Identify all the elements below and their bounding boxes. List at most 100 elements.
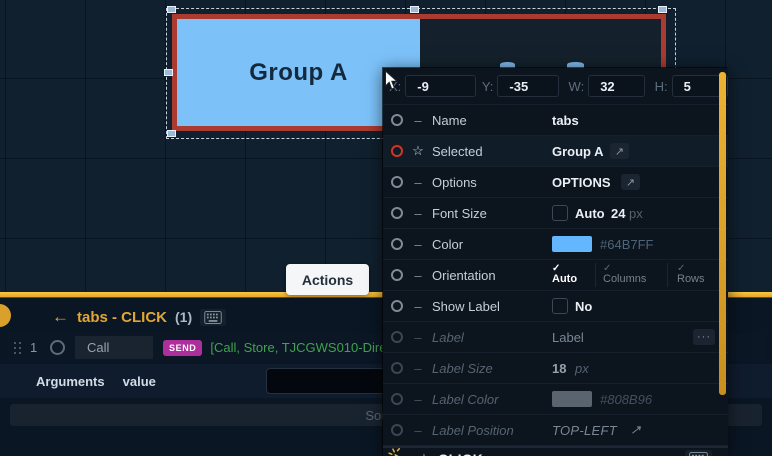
radio-icon[interactable]	[391, 207, 403, 219]
click-event-label: CLICK	[438, 451, 483, 456]
inspector-row-orientation[interactable]: Orientation ✓ Auto ✓ Columns ✓ Rows	[383, 260, 728, 291]
divider	[595, 263, 596, 287]
keyboard-shortcut-icon[interactable]	[685, 450, 712, 456]
row-label: Orientation	[432, 268, 496, 283]
actions-panel-header: ← tabs - CLICK (1)	[52, 307, 226, 327]
row-label: Label Color	[432, 392, 499, 407]
font-size-unit: px	[629, 206, 643, 221]
color-hex-value[interactable]: #64B7FF	[600, 237, 653, 252]
orientation-option-columns[interactable]: ✓ Columns	[603, 260, 646, 290]
label-size-unit: px	[575, 361, 589, 376]
actions-panel-title: tabs - CLICK	[77, 309, 167, 326]
inspector-row-color[interactable]: Color #64B7FF	[383, 229, 728, 260]
panel-grip-icon[interactable]	[0, 304, 11, 327]
inspector-row-name[interactable]: Name tabs	[383, 105, 728, 136]
label-color-swatch[interactable]	[552, 391, 592, 407]
unlink-dash-icon	[411, 268, 425, 283]
star-icon[interactable]	[411, 143, 425, 159]
divider	[667, 263, 668, 287]
radio-icon[interactable]	[391, 362, 403, 374]
selection-handle-top-right[interactable]	[658, 6, 667, 13]
auto-checkbox[interactable]	[552, 205, 568, 221]
inspector-scrollbar[interactable]	[719, 72, 726, 395]
radio-icon[interactable]	[391, 424, 403, 436]
selection-handle-mid-left[interactable]	[164, 69, 173, 76]
show-label-checkbox[interactable]	[552, 298, 568, 314]
row-label: Options	[432, 175, 477, 190]
click-pointer-icon	[388, 448, 409, 456]
inspector-row-show-label[interactable]: Show Label No	[383, 291, 728, 322]
label-value[interactable]: Label	[552, 330, 584, 345]
mouse-cursor	[384, 70, 399, 96]
external-link-icon: ↗	[630, 422, 641, 438]
selected-value[interactable]: Group A	[552, 144, 604, 159]
label-color-hex[interactable]: #808B96	[600, 392, 652, 407]
orientation-option-rows[interactable]: ✓ Rows	[677, 260, 705, 290]
inspector-panel: X: -9 Y: -35 W: 32 H: 5 Name tabs Select…	[383, 68, 728, 456]
row-label: Selected	[432, 144, 483, 159]
inspector-coords-row: X: -9 Y: -35 W: 32 H: 5	[383, 68, 728, 105]
orientation-option-auto[interactable]: ✓ Auto	[552, 260, 577, 290]
unlink-dash-icon	[411, 299, 425, 314]
row-label: Label	[432, 330, 464, 345]
show-label-state: No	[575, 299, 592, 314]
radio-icon[interactable]	[391, 176, 403, 188]
radio-icon[interactable]	[391, 114, 403, 126]
options-value[interactable]: OPTIONS	[552, 175, 611, 190]
inspector-row-selected[interactable]: Selected Group A ↗	[383, 136, 728, 167]
inspector-row-label-color[interactable]: Label Color #808B96	[383, 384, 728, 415]
label-position-value[interactable]: TOP-LEFT	[552, 423, 617, 438]
inspector-row-label-size[interactable]: Label Size 18 px	[383, 353, 728, 384]
inspector-row-label-position[interactable]: Label Position TOP-LEFT ↗	[383, 415, 728, 446]
unlink-dash-icon	[411, 361, 425, 376]
radio-icon[interactable]	[391, 300, 403, 312]
w-label: W:	[569, 79, 585, 94]
drag-handle-icon[interactable]	[14, 342, 20, 354]
radio-icon[interactable]	[391, 269, 403, 281]
radio-icon[interactable]	[391, 393, 403, 405]
tab-group-a-label: Group A	[249, 59, 348, 87]
radio-icon[interactable]	[391, 238, 403, 250]
inspector-row-options[interactable]: Options OPTIONS ↗	[383, 167, 728, 198]
external-link-icon[interactable]: ↗	[610, 143, 629, 159]
keyboard-shortcut-icon[interactable]	[200, 309, 226, 326]
row-label: Show Label	[432, 299, 500, 314]
more-options-button[interactable]: ···	[693, 329, 715, 345]
action-toggle-icon[interactable]	[50, 340, 65, 355]
radio-active-icon[interactable]	[391, 145, 403, 157]
inspector-row-font-size[interactable]: Font Size Auto 24 px	[383, 198, 728, 229]
row-label: Name	[432, 113, 467, 128]
action-type-select[interactable]: Call	[75, 336, 153, 359]
label-size-value[interactable]: 18	[552, 361, 566, 376]
inspector-row-click-event[interactable]: CLICK	[383, 446, 728, 456]
back-arrow-icon[interactable]: ←	[52, 307, 69, 327]
selection-handle-top-mid[interactable]	[410, 6, 419, 13]
editor-stage: Group A Actions ← tabs - CLICK (1) 1 Cal…	[0, 0, 772, 456]
argument-param-name: value	[123, 374, 156, 389]
star-icon[interactable]	[417, 451, 431, 456]
actions-count-badge: (1)	[175, 309, 192, 325]
row-label: Label Size	[432, 361, 493, 376]
w-input[interactable]: 32	[588, 75, 644, 97]
y-label: Y:	[482, 79, 494, 94]
x-input[interactable]: -9	[405, 75, 476, 97]
auto-checkbox-label: Auto	[575, 206, 605, 221]
selection-handle-top-left[interactable]	[167, 6, 176, 13]
unlink-dash-icon	[411, 392, 425, 407]
y-input[interactable]: -35	[497, 75, 558, 97]
radio-icon[interactable]	[391, 331, 403, 343]
unlink-dash-icon	[411, 113, 425, 128]
name-value[interactable]: tabs	[552, 113, 579, 128]
row-label: Font Size	[432, 206, 487, 221]
row-label: Color	[432, 237, 463, 252]
font-size-value[interactable]: 24	[611, 206, 625, 221]
inspector-row-label[interactable]: Label Label ···	[383, 322, 728, 353]
color-swatch[interactable]	[552, 236, 592, 252]
unlink-dash-icon	[411, 330, 425, 345]
action-index: 1	[30, 340, 42, 355]
actions-tab-label: Actions	[302, 272, 353, 288]
actions-tab-button[interactable]: Actions	[286, 264, 369, 295]
external-link-icon[interactable]: ↗	[621, 174, 640, 190]
selection-handle-bottom-left[interactable]	[167, 130, 176, 137]
unlink-dash-icon	[411, 206, 425, 221]
